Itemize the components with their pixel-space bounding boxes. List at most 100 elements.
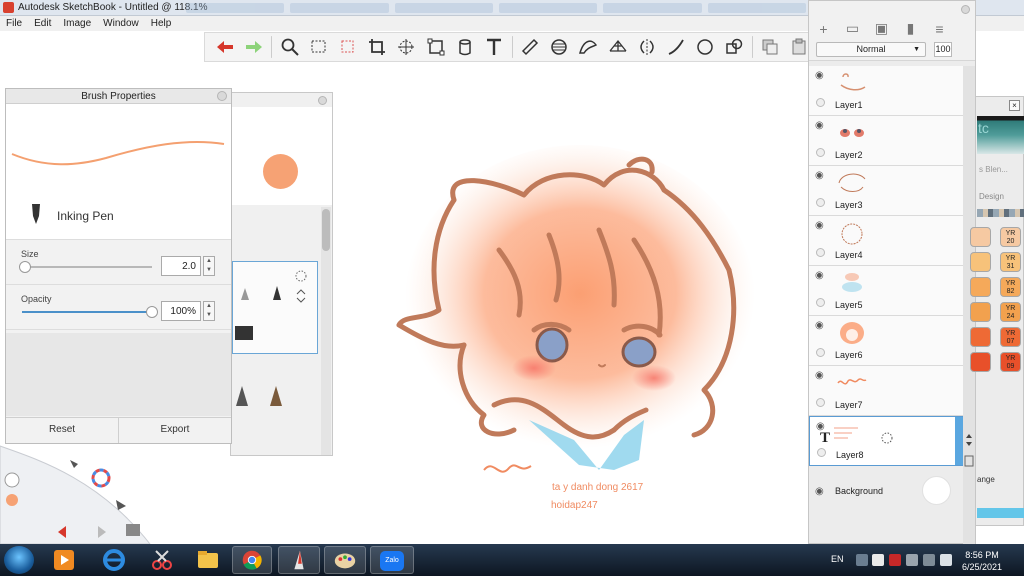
copic-swatch[interactable]: YR 20 (1000, 227, 1021, 247)
layer-lock-toggle[interactable] (816, 198, 825, 207)
volume-icon[interactable] (923, 554, 935, 566)
visibility-eye-icon[interactable]: ◉ (815, 370, 824, 381)
network-tray-icon[interactable] (906, 554, 918, 566)
ruler-icon[interactable] (519, 35, 542, 59)
color-puck-icon[interactable] (6, 494, 18, 506)
brush-selection-box[interactable] (232, 261, 318, 354)
layer-move-icon[interactable] (880, 431, 894, 445)
language-indicator[interactable]: EN (831, 554, 844, 564)
layer-row[interactable]: ◉ Layer1 (809, 66, 964, 116)
undo-icon[interactable] (213, 35, 236, 59)
brush-tool-icon[interactable] (70, 460, 78, 468)
layer-row[interactable]: ◉ Layer6 (809, 316, 964, 366)
close-icon[interactable] (961, 5, 970, 14)
layer-opacity-field[interactable]: 100 (934, 42, 952, 57)
copy-icon[interactable] (759, 35, 782, 59)
layer-lock-toggle[interactable] (816, 298, 825, 307)
layer-lock-toggle[interactable] (816, 398, 825, 407)
snipping-tool-icon[interactable] (144, 546, 180, 574)
current-color-swatch[interactable] (263, 154, 298, 189)
symmetry-icon[interactable] (635, 35, 658, 59)
layer-lock-toggle[interactable] (816, 348, 825, 357)
lagoon-menu[interactable] (0, 440, 160, 544)
copic-swatch-partial[interactable] (970, 252, 991, 272)
close-icon[interactable] (318, 96, 327, 105)
paint-icon[interactable] (324, 546, 366, 574)
background-color-swatch[interactable] (922, 476, 951, 505)
add-group-icon[interactable]: ▭ (844, 20, 861, 36)
layer-row[interactable]: ◉ Layer7 (809, 366, 964, 416)
french-curve-icon[interactable] (577, 35, 600, 59)
crop-icon[interactable] (366, 35, 389, 59)
visibility-eye-icon[interactable]: ◉ (815, 220, 824, 231)
layer-row[interactable]: ◉ Layer2 (809, 116, 964, 166)
menu-edit[interactable]: Edit (34, 18, 51, 29)
size-slider-track[interactable] (22, 266, 152, 268)
opacity-slider-knob[interactable] (146, 306, 158, 318)
menu-help[interactable]: Help (151, 18, 172, 29)
menu-image[interactable]: Image (63, 18, 91, 29)
clipboard-tray-icon[interactable] (872, 554, 884, 566)
chrome-icon[interactable] (232, 546, 272, 574)
opacity-slider-track[interactable] (22, 311, 152, 313)
redo-icon[interactable] (242, 35, 265, 59)
circle-icon[interactable] (693, 35, 716, 59)
line-icon[interactable] (664, 35, 687, 59)
lasso-select-icon[interactable] (337, 35, 360, 59)
media-player-icon[interactable] (46, 546, 82, 574)
sketchbook-icon[interactable] (278, 546, 320, 574)
add-image-icon[interactable]: ▣ (873, 20, 890, 36)
taskbar-clock[interactable]: 8:56 PM 6/25/2021 (962, 549, 1002, 573)
layer-lock-toggle[interactable] (816, 98, 825, 107)
brush-puck-icon[interactable] (4, 472, 20, 488)
copic-swatch[interactable]: YR 07 (1000, 327, 1021, 347)
size-slider-knob[interactable] (18, 261, 31, 273)
close-icon[interactable]: × (1009, 100, 1020, 111)
flag-tray-icon[interactable] (940, 554, 952, 566)
fill-icon[interactable] (453, 35, 476, 59)
rect-select-icon[interactable] (307, 35, 330, 59)
visibility-eye-icon[interactable]: ◉ (815, 270, 824, 281)
background-layer-row[interactable]: ◉ Background (809, 466, 964, 518)
shapes-icon[interactable] (723, 35, 746, 59)
tray-expand-icon[interactable] (856, 554, 868, 566)
menu-file[interactable]: File (6, 18, 22, 29)
library-scrollbar[interactable] (321, 207, 331, 455)
copic-swatch[interactable]: YR 09 (1000, 352, 1021, 372)
layer-lock-toggle[interactable] (816, 248, 825, 257)
pointer-icon[interactable] (116, 500, 126, 510)
blend-mode-select[interactable]: Normal ▼ (816, 42, 926, 57)
brush-library-row[interactable] (232, 378, 318, 418)
layer-lock-toggle[interactable] (817, 448, 826, 457)
zalo-icon[interactable]: Zalo (370, 546, 414, 574)
file-explorer-icon[interactable] (190, 546, 226, 574)
layer-menu-icon[interactable]: ≡ (931, 21, 948, 37)
copic-swatch-partial[interactable] (970, 277, 991, 297)
layer-row-selected[interactable]: ◉ T Layer8 (809, 416, 964, 466)
size-stepper[interactable]: ▲ ▼ (203, 256, 215, 276)
visibility-eye-icon[interactable]: ◉ (815, 170, 824, 181)
ellipse-guide-icon[interactable] (548, 35, 571, 59)
size-value[interactable]: 2.0 (161, 256, 201, 276)
text-icon[interactable] (482, 35, 505, 59)
layer-icon[interactable] (126, 524, 140, 536)
copic-swatch-partial[interactable] (970, 352, 991, 372)
distort-icon[interactable] (424, 35, 447, 59)
copic-swatch-partial[interactable] (970, 302, 991, 322)
layer-row[interactable]: ◉ Layer3 (809, 166, 964, 216)
visibility-eye-icon[interactable]: ◉ (815, 320, 824, 331)
start-button[interactable] (4, 546, 34, 574)
vivaldi-tray-icon[interactable] (889, 554, 901, 566)
internet-explorer-icon[interactable] (96, 546, 132, 574)
add-layer-icon[interactable]: + (815, 21, 832, 37)
delete-layer-icon[interactable]: ▮ (902, 20, 919, 36)
layer-row[interactable]: ◉ Layer4 (809, 216, 964, 266)
copic-swatch[interactable]: YR 31 (1000, 252, 1021, 272)
perspective-icon[interactable] (606, 35, 629, 59)
visibility-eye-icon[interactable]: ◉ (815, 486, 824, 497)
copic-swatch-partial[interactable] (970, 327, 991, 347)
opacity-value[interactable]: 100% (161, 301, 201, 321)
close-icon[interactable] (217, 91, 227, 101)
layer-row[interactable]: ◉ Layer5 (809, 266, 964, 316)
layer-lock-toggle[interactable] (816, 148, 825, 157)
